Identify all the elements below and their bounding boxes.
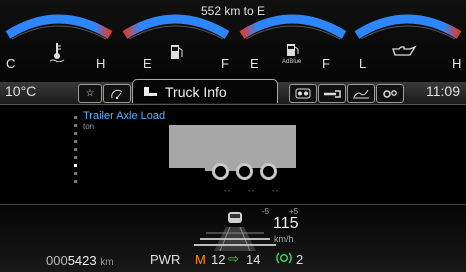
star-icon: ☆: [85, 88, 95, 99]
axle-load-title: Trailer Axle Load: [83, 110, 166, 122]
instrument-cluster-screen: 552 km to E C H E F E F AdBlue L H 10°C …: [0, 0, 466, 272]
tab-truck-info-label: Truck Info: [165, 83, 227, 100]
tab-truck-info[interactable]: Truck Info: [132, 79, 278, 103]
fuel-full-label: F: [221, 56, 229, 71]
trailer-wheel: [212, 163, 229, 180]
road-icon: [353, 89, 369, 99]
adblue-full-label: F: [322, 56, 330, 71]
tab-road[interactable]: [347, 84, 375, 103]
coolant-temperature-icon: [49, 43, 65, 62]
odometer: 0005423 km: [46, 253, 114, 268]
adblue-label: AdBlue: [282, 59, 302, 65]
trailer-wheel: [236, 163, 253, 180]
tab-tachograph[interactable]: [103, 84, 131, 103]
gear-shift-arrow-icon: ⇨: [228, 251, 239, 266]
tab-trip[interactable]: [289, 84, 317, 103]
speed-minus-offset: -5: [262, 207, 270, 216]
oil-low-label: L: [359, 56, 367, 71]
oil-high-label: H: [452, 56, 462, 71]
truck-icon: [144, 86, 157, 98]
fuel-pump-icon: [171, 45, 183, 59]
odometer-prefix: 000: [46, 253, 68, 268]
tab-service[interactable]: [318, 84, 346, 103]
oil-can-icon: [392, 45, 417, 56]
fuel-empty-label: E: [143, 56, 152, 71]
trip-icon: [295, 88, 311, 99]
target-gear: 14: [246, 252, 261, 267]
fuel-gauge: E F: [117, 5, 234, 81]
wrench-icon: [324, 89, 341, 98]
axle-load-value: --: [272, 186, 280, 195]
tachograph-icon: [111, 89, 123, 99]
tab-favorites[interactable]: ☆: [78, 84, 102, 103]
current-gear: 12: [211, 252, 226, 267]
odometer-unit: km: [100, 257, 114, 268]
coolant-cold-label: C: [6, 56, 16, 71]
clock: 11:09: [426, 83, 460, 99]
axle-load-value: --: [248, 186, 256, 195]
adaptive-cruise-icon: [276, 252, 292, 264]
gear-mode: M: [195, 252, 206, 267]
adblue-empty-label: E: [250, 56, 259, 71]
axle-load-scale: [74, 116, 78, 188]
outside-temperature: 10°C: [5, 83, 37, 99]
tab-bar: 10°C ☆ Truck Info 11:09: [0, 79, 466, 105]
coolant-hot-label: H: [96, 56, 106, 71]
trailer-wheel: [260, 163, 277, 180]
adblue-gauge: E F AdBlue: [234, 5, 351, 81]
cruise-speed-unit: km/h: [274, 234, 294, 244]
odometer-value: 5423: [67, 253, 97, 268]
cruise-speed-value: 115: [273, 215, 299, 232]
adblue-icon: [287, 44, 299, 56]
settings-icon: [383, 90, 397, 98]
tab-settings[interactable]: [376, 84, 404, 103]
drive-mode: PWR: [150, 252, 181, 267]
coolant-gauge: C H: [0, 5, 117, 81]
oil-gauge: L H: [349, 5, 466, 81]
trailer-body: [169, 125, 296, 168]
axle-load-unit: ton: [83, 122, 95, 131]
axle-load-value: --: [224, 186, 232, 195]
adaptive-cruise-distance: 2: [296, 252, 304, 267]
